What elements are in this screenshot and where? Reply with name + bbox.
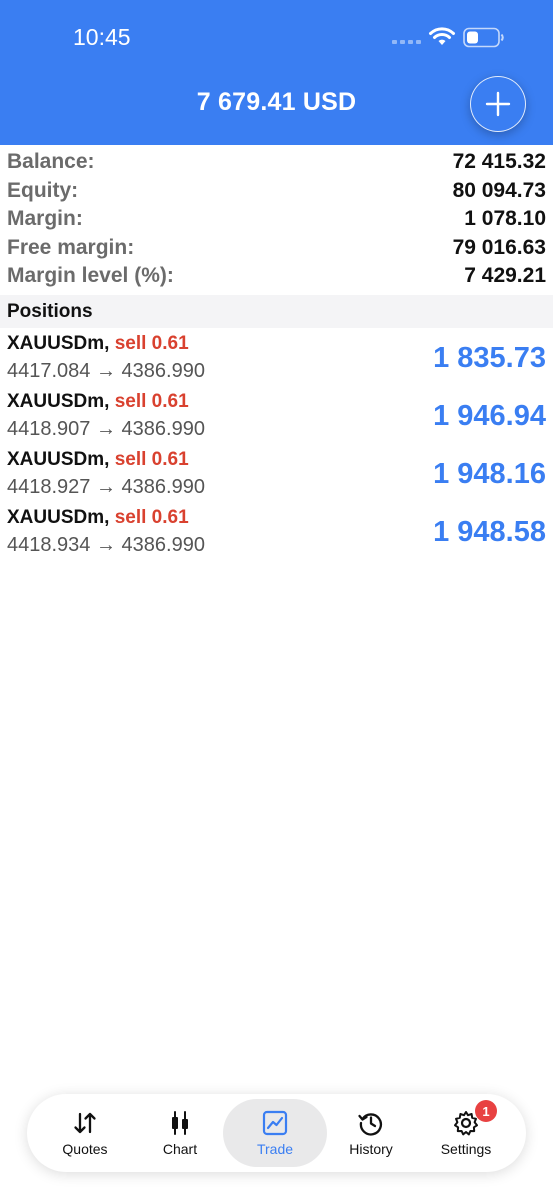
summary-value: 79 016.63 (452, 235, 546, 259)
tab-label: History (349, 1141, 393, 1157)
battery-icon (463, 27, 504, 48)
quotes-icon (74, 1112, 96, 1134)
history-icon (358, 1113, 383, 1136)
position-profit: 1 948.58 (433, 516, 546, 548)
summary-row-margin-level: Margin level (%): 7 429.21 (0, 262, 553, 291)
tab-label: Chart (162, 1141, 198, 1157)
position-profit: 1 835.73 (433, 342, 546, 374)
position-side: sell 0.61 (114, 449, 189, 470)
position-side: sell 0.61 (114, 391, 189, 412)
tab-history[interactable]: History (321, 1094, 421, 1172)
account-summary: Balance: 72 415.32 Equity: 80 094.73 Mar… (0, 148, 553, 291)
position-prices: 4418.907 → 4386.990 (7, 418, 205, 440)
new-order-button[interactable] (470, 76, 526, 132)
positions-section-header: Positions (0, 295, 553, 328)
summary-label: Margin level (%): (7, 264, 174, 287)
summary-row-free-margin: Free margin: 79 016.63 (0, 234, 553, 263)
summary-label: Free margin: (7, 235, 135, 259)
tab-settings[interactable]: Settings 1 (416, 1094, 516, 1172)
status-time: 10:45 (73, 24, 131, 50)
tab-label: Trade (256, 1141, 294, 1157)
summary-value: 1 078.10 (464, 207, 546, 230)
notification-badge: 1 (475, 1100, 497, 1122)
position-title: XAUUSDm, sell 0.61 (7, 333, 189, 355)
position-title: XAUUSDm, sell 0.61 (7, 391, 189, 413)
summary-label: Balance: (7, 150, 95, 173)
chart-icon (172, 1111, 188, 1135)
position-symbol: XAUUSDm, (7, 449, 110, 470)
position-prices: 4418.934 → 4386.990 (7, 534, 205, 556)
position-row[interactable]: XAUUSDm, sell 0.61 4418.907 → 4386.990 1… (0, 388, 553, 446)
position-prices: 4418.927 → 4386.990 (7, 476, 205, 498)
position-side: sell 0.61 (114, 507, 189, 528)
position-symbol: XAUUSDm, (7, 333, 110, 354)
position-row[interactable]: XAUUSDm, sell 0.61 4418.927 → 4386.990 1… (0, 446, 553, 504)
summary-row-balance: Balance: 72 415.32 (0, 148, 553, 177)
summary-row-equity: Equity: 80 094.73 (0, 177, 553, 206)
tab-quotes[interactable]: Quotes (35, 1094, 135, 1172)
summary-row-margin: Margin: 1 078.10 (0, 205, 553, 234)
position-profit: 1 948.16 (433, 458, 546, 490)
position-prices: 4417.084 → 4386.990 (7, 360, 205, 382)
plus-icon (485, 91, 511, 117)
position-profit: 1 946.94 (433, 400, 546, 432)
top-header: 10:45 7 679.41 USD (0, 0, 553, 145)
tab-chart[interactable]: Chart (130, 1094, 230, 1172)
cellular-signal-icon (392, 40, 421, 44)
positions-list: XAUUSDm, sell 0.61 4417.084 → 4386.990 1… (0, 330, 553, 562)
positions-header-label: Positions (7, 301, 93, 322)
position-title: XAUUSDm, sell 0.61 (7, 449, 189, 471)
position-row[interactable]: XAUUSDm, sell 0.61 4417.084 → 4386.990 1… (0, 330, 553, 388)
position-symbol: XAUUSDm, (7, 391, 110, 412)
summary-value: 7 429.21 (464, 264, 546, 287)
tab-trade[interactable]: Trade (223, 1099, 327, 1167)
wifi-icon (429, 27, 455, 45)
position-symbol: XAUUSDm, (7, 507, 110, 528)
summary-value: 80 094.73 (452, 178, 546, 202)
summary-label: Equity: (7, 178, 79, 202)
tab-label: Quotes (62, 1141, 108, 1157)
trade-icon (262, 1110, 288, 1136)
position-row[interactable]: XAUUSDm, sell 0.61 4418.934 → 4386.990 1… (0, 504, 553, 562)
bottom-tab-bar: Quotes Chart Trade History Settings 1 (27, 1094, 526, 1172)
tab-label: Settings (440, 1141, 492, 1157)
summary-label: Margin: (7, 207, 83, 230)
position-title: XAUUSDm, sell 0.61 (7, 507, 189, 529)
position-side: sell 0.61 (114, 333, 189, 354)
summary-value: 72 415.32 (452, 150, 546, 173)
